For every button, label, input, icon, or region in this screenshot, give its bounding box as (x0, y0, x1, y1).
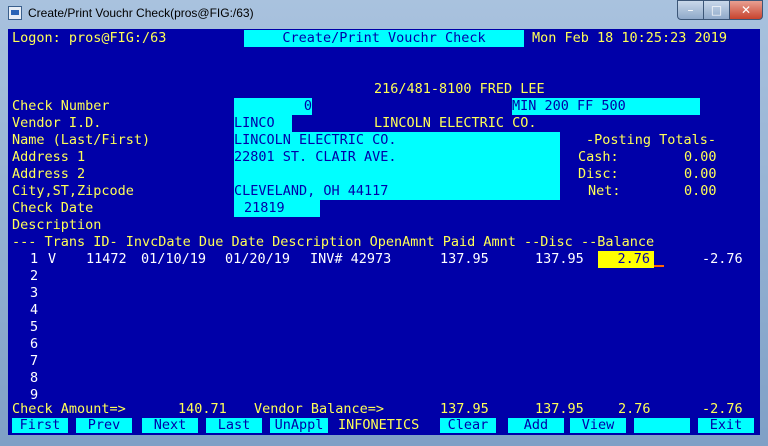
net-value: 0.00 (684, 183, 717, 199)
disc-value: 0.00 (684, 166, 717, 182)
text-cursor (654, 265, 664, 267)
logon-text: Logon: pros@FIG:/63 (12, 30, 167, 46)
row-number: 2 (30, 268, 39, 284)
screen-title: Create/Print Vouchr Check (244, 30, 524, 47)
label-vendor-id: Vendor I.D. (12, 115, 102, 131)
check-date-field[interactable]: 21819 (234, 200, 320, 217)
row-description: INV# 42973 (310, 251, 392, 267)
app-icon (8, 6, 22, 20)
view-button[interactable]: View (570, 418, 626, 433)
label-address2: Address 2 (12, 166, 86, 182)
label-check-date: Check Date (12, 200, 94, 216)
add-button[interactable]: Add (508, 418, 564, 433)
minimize-button[interactable]: – (677, 0, 704, 20)
terminal-screen: Logon: pros@FIG:/63 Create/Print Vouchr … (8, 29, 760, 435)
cash-value: 0.00 (684, 149, 717, 165)
label-address1: Address 1 (12, 149, 86, 165)
table-header: --- Trans ID- InvcDate Due Date Descript… (12, 234, 655, 250)
row-disc-input[interactable]: 2.76 (598, 251, 654, 268)
footer-open: 137.95 (440, 401, 489, 417)
row-type: V (48, 251, 57, 267)
posting-totals-title: -Posting Totals- (586, 132, 717, 148)
row-number: 1 (30, 251, 39, 267)
exit-button[interactable]: Exit (698, 418, 754, 433)
contact-info: 216/481-8100 FRED LEE (374, 81, 545, 97)
row-number: 8 (30, 370, 39, 386)
unappl-button[interactable]: UnAppl (270, 418, 328, 433)
row-open-amnt: 137.95 (440, 251, 489, 267)
blank-fkey-button[interactable] (634, 418, 690, 433)
label-city: City,ST,Zipcode (12, 183, 134, 199)
clear-button[interactable]: Clear (440, 418, 496, 433)
terms-field[interactable]: MIN 200 FF 500 (512, 98, 700, 115)
net-label: Net: (588, 183, 621, 199)
row-number: 7 (30, 353, 39, 369)
row-balance: -2.76 (702, 251, 743, 267)
close-button[interactable]: ✕ (729, 0, 763, 20)
address1-field[interactable]: 22801 ST. CLAIR AVE. (234, 149, 397, 166)
row-invc-date: 01/10/19 (141, 251, 207, 267)
city-field[interactable]: CLEVELAND, OH 44117 (234, 183, 388, 200)
row-number: 4 (30, 302, 39, 318)
name-field[interactable]: LINCOLN ELECTRIC CO. (234, 132, 397, 149)
footer-balance: -2.76 (702, 401, 743, 417)
vendor-balance-label: Vendor Balance=> (254, 401, 385, 417)
row-number: 3 (30, 285, 39, 301)
last-button[interactable]: Last (206, 418, 262, 433)
label-description: Description (12, 217, 102, 233)
footer-disc: 2.76 (618, 401, 651, 417)
check-number-field[interactable]: 0 (234, 98, 312, 115)
app-window: Create/Print Vouchr Check(pros@FIG:/63) … (0, 0, 768, 446)
first-button[interactable]: First (12, 418, 68, 433)
window-title: Create/Print Vouchr Check(pros@FIG:/63) (28, 6, 254, 20)
vendor-id-field[interactable]: LINCO (234, 115, 292, 132)
check-amount-label: Check Amount=> (12, 401, 126, 417)
cash-label: Cash: (578, 149, 619, 165)
brand-label: INFONETICS (338, 417, 420, 433)
next-button[interactable]: Next (142, 418, 198, 433)
maximize-button[interactable]: □ (703, 0, 730, 20)
row-trans-id[interactable]: 11472 (86, 251, 127, 268)
disc-label: Disc: (578, 166, 619, 182)
title-bar[interactable]: Create/Print Vouchr Check(pros@FIG:/63) … (0, 0, 768, 28)
prev-button[interactable]: Prev (76, 418, 132, 433)
check-amount: 140.71 (178, 401, 227, 417)
vendor-name: LINCOLN ELECTRIC CO. (374, 115, 537, 131)
row-due-date: 01/20/19 (225, 251, 291, 267)
row-number: 5 (30, 319, 39, 335)
row-number: 6 (30, 336, 39, 352)
footer-paid: 137.95 (535, 401, 584, 417)
row-paid-amnt[interactable]: 137.95 (535, 251, 584, 268)
datetime: Mon Feb 18 10:25:23 2019 (532, 30, 728, 46)
label-check-number: Check Number (12, 98, 110, 114)
label-name: Name (Last/First) (12, 132, 151, 148)
